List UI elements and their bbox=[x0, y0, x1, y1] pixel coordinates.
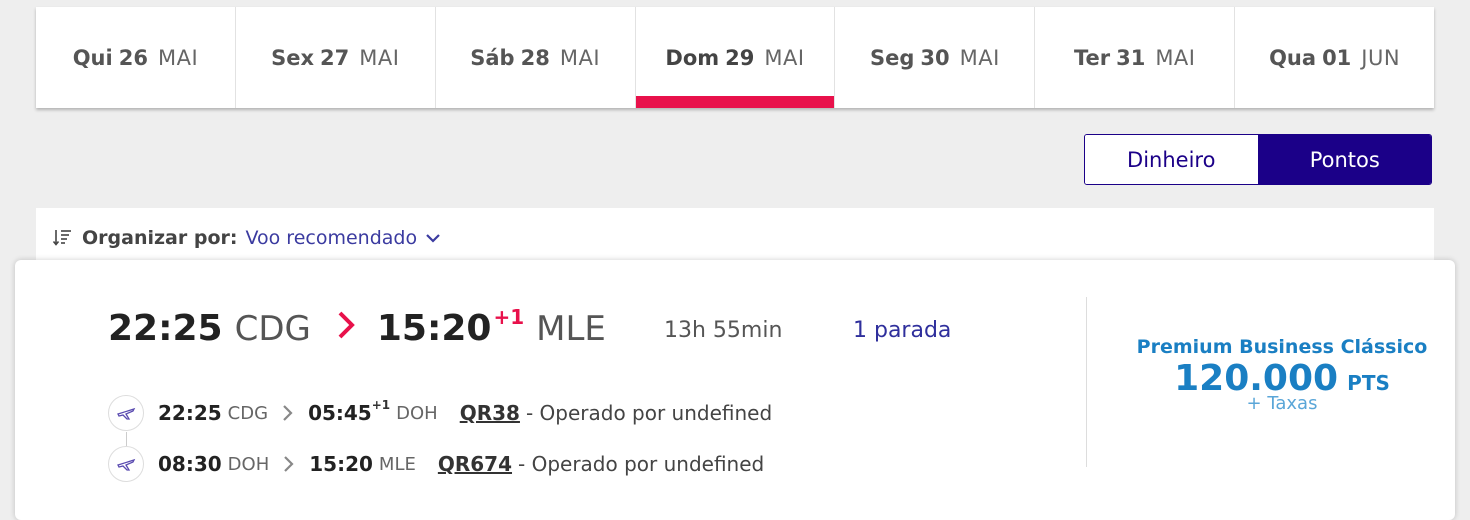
segment-arrival-time: 05:45 bbox=[308, 401, 372, 425]
date-tab-1[interactable]: Sex 27 MAI bbox=[236, 7, 436, 108]
cabin-class: Premium Business Clássico bbox=[1136, 336, 1428, 358]
chevron-down-icon[interactable] bbox=[425, 230, 441, 246]
date-dow: Ter bbox=[1073, 45, 1111, 70]
arrival-day-offset: +1 bbox=[493, 305, 525, 329]
segment-row: 08:30 DOH 15:20 MLE QR674 - Operado por … bbox=[108, 446, 764, 482]
date-dow: Sex bbox=[271, 45, 315, 70]
operator-text: - Operado por undefined bbox=[525, 401, 773, 425]
date-tab-0[interactable]: Qui 26 MAI bbox=[36, 7, 236, 108]
airplane-icon bbox=[108, 446, 144, 482]
arrival-time: 15:20 bbox=[376, 308, 492, 349]
date-dow: Qui bbox=[72, 45, 113, 70]
stops-link[interactable]: 1 parada bbox=[853, 318, 951, 343]
points-toggle-button[interactable]: Pontos bbox=[1258, 135, 1431, 184]
date-tab-3[interactable]: Dom 29 MAI bbox=[635, 7, 836, 108]
flight-number-link[interactable]: QR674 bbox=[438, 452, 512, 476]
sort-dropdown[interactable]: Voo recomendado bbox=[245, 227, 417, 249]
airplane-icon bbox=[108, 395, 144, 431]
date-month: MAI bbox=[764, 45, 805, 70]
flight-number-link[interactable]: QR38 bbox=[460, 401, 520, 425]
departure-time: 22:25 bbox=[108, 308, 223, 349]
active-date-indicator bbox=[635, 96, 835, 108]
segment-arrival-airport: DOH bbox=[396, 402, 438, 424]
date-day: 30 bbox=[920, 45, 950, 70]
segment-departure-time: 08:30 bbox=[158, 452, 222, 476]
date-month: MAI bbox=[1155, 45, 1196, 70]
departure-airport: CDG bbox=[234, 309, 311, 349]
card-divider bbox=[1086, 297, 1087, 467]
chevron-right-icon bbox=[283, 405, 293, 421]
segment-connector bbox=[126, 432, 127, 446]
date-day: 26 bbox=[118, 45, 148, 70]
date-day: 27 bbox=[320, 45, 350, 70]
taxes-label: + Taxas bbox=[1246, 393, 1318, 414]
flight-card[interactable]: 22:25 CDG 15:20 +1 MLE 13h 55min 1 parad… bbox=[15, 260, 1455, 520]
points-unit: PTS bbox=[1347, 371, 1390, 395]
date-month: MAI bbox=[157, 45, 199, 70]
date-month: MAI bbox=[359, 45, 400, 70]
date-day: 31 bbox=[1116, 45, 1146, 70]
arrival-airport: MLE bbox=[536, 309, 606, 349]
chevron-right-icon bbox=[284, 456, 294, 472]
segment-departure-airport: CDG bbox=[227, 402, 269, 424]
segment-arrival-offset: +1 bbox=[371, 398, 391, 412]
date-dow: Dom bbox=[665, 45, 720, 70]
sort-label: Organizar por: bbox=[82, 227, 238, 249]
date-day: 29 bbox=[725, 45, 755, 70]
date-tab-6[interactable]: Qua 01 JUN bbox=[1235, 7, 1434, 108]
date-dow: Qua bbox=[1269, 45, 1317, 70]
flight-summary: 22:25 CDG 15:20 +1 MLE bbox=[108, 305, 606, 349]
operator-text: - Operado por undefined bbox=[518, 452, 765, 476]
date-tab-4[interactable]: Seg 30 MAI bbox=[835, 7, 1036, 108]
date-tab-2[interactable]: Sáb 28 MAI bbox=[436, 7, 636, 108]
date-month: MAI bbox=[559, 45, 601, 70]
segment-arrival-time: 15:20 bbox=[309, 452, 373, 476]
price-box[interactable]: Premium Business Clássico 120.000 PTS + … bbox=[1097, 336, 1467, 414]
sort-icon bbox=[52, 230, 71, 246]
segment-arrival-airport: MLE bbox=[378, 453, 416, 475]
date-day: 28 bbox=[520, 45, 550, 70]
segment-departure-airport: DOH bbox=[227, 453, 270, 475]
date-dow: Seg bbox=[869, 45, 915, 70]
date-dow: Sáb bbox=[470, 45, 515, 70]
currency-toggle: Dinheiro Pontos bbox=[1084, 134, 1432, 185]
sort-bar: Organizar por: Voo recomendado bbox=[36, 208, 1434, 268]
date-tab-5[interactable]: Ter 31 MAI bbox=[1035, 7, 1236, 108]
date-day: 01 bbox=[1322, 45, 1352, 70]
segment-departure-time: 22:25 bbox=[158, 401, 222, 425]
chevron-right-icon bbox=[338, 311, 355, 339]
date-month: JUN bbox=[1361, 45, 1401, 70]
date-selector: Qui 26 MAI Sex 27 MAI Sáb 28 MAI Dom 29 … bbox=[36, 7, 1434, 108]
segment-row: 22:25 CDG 05:45 +1 DOH QR38 - Operado po… bbox=[108, 395, 772, 431]
money-toggle-button[interactable]: Dinheiro bbox=[1085, 135, 1259, 184]
flight-duration: 13h 55min bbox=[664, 318, 783, 343]
date-month: MAI bbox=[959, 45, 1000, 70]
